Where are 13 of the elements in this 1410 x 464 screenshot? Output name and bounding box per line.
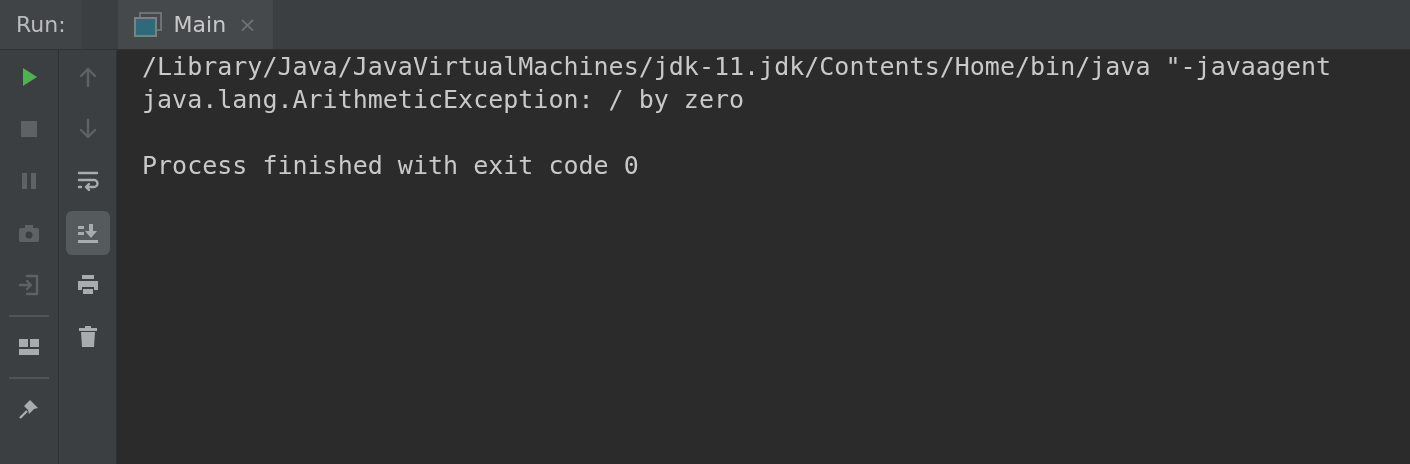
exit-icon: [17, 273, 41, 297]
console-window-icon: [133, 11, 162, 38]
pin-icon: [17, 397, 41, 421]
soft-wrap-icon: [75, 169, 100, 193]
tab[interactable]: Main ×: [117, 0, 273, 49]
panel-label: Run:: [0, 0, 82, 49]
scroll-to-end-icon: [75, 221, 100, 245]
console-line: java.lang.ArithmeticException: / by zero: [142, 84, 745, 116]
print-icon: [75, 273, 100, 297]
console-line: /Library/Java/JavaVirtualMachines/jdk-11.jdk/Contents/Home/bin/java "-javaagent: [142, 51, 1332, 83]
tab-label: Main: [173, 11, 227, 39]
toolbar-button[interactable]: [65, 211, 110, 255]
console-line: Process finished with exit code 0: [142, 150, 639, 182]
